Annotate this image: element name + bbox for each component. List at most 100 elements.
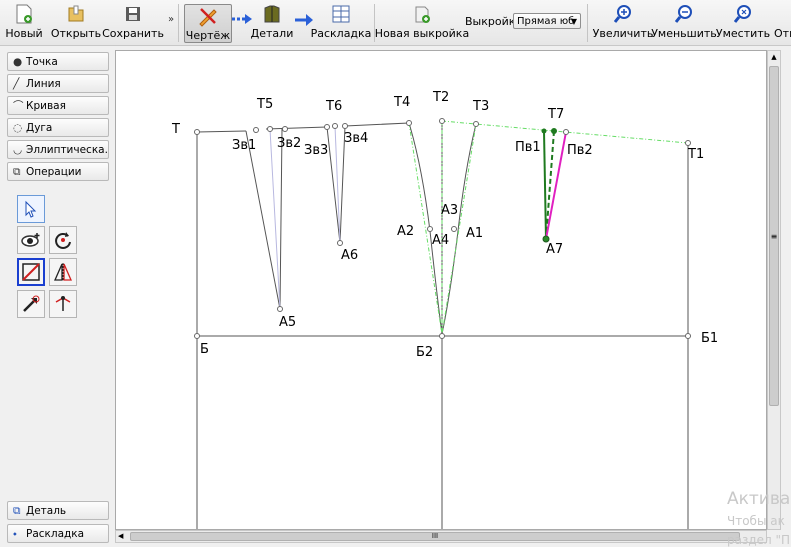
point-label-t6: Т6 [326, 99, 343, 114]
point-label-a7: А7 [546, 242, 564, 257]
point-label-t1: Т1 [688, 147, 705, 162]
drawing-canvas[interactable]: Т Т5 Т6 Т4 Т2 Т3 Т7 Т1 Зв1 Зв2 Зв3 Зв4 П… [115, 50, 767, 530]
mirror-line-tool[interactable] [17, 258, 45, 286]
zoom-in-button[interactable]: Увеличить [593, 3, 653, 43]
pattern-select-value: Прямая юб [517, 16, 575, 27]
sidebar-item-line[interactable]: ╱ Линия [7, 74, 109, 93]
point-label-zv2: Зв2 [277, 136, 302, 151]
point-marker[interactable] [324, 124, 330, 130]
point-marker[interactable] [342, 123, 348, 129]
point-marker[interactable] [277, 306, 283, 312]
operations-icon: ⧉ [13, 166, 21, 178]
point-marker[interactable] [685, 140, 691, 146]
point-marker[interactable] [267, 126, 273, 132]
fit-button[interactable]: Уместить [715, 3, 771, 43]
scroll-left-icon[interactable]: ◀ [118, 531, 123, 542]
sidebar-item-point[interactable]: ● Точка [7, 52, 109, 71]
curve-icon: ⌒ [13, 100, 24, 112]
point-label-b1: Б1 [701, 331, 719, 346]
waist-line-left [196, 122, 410, 133]
point-marker[interactable] [253, 127, 259, 133]
point-label-t7: Т7 [548, 107, 565, 122]
point-marker[interactable] [332, 123, 338, 129]
sidebar-item-operations[interactable]: ⧉ Операции [7, 162, 109, 181]
select-pointer-tool[interactable] [17, 195, 45, 223]
sidebar-item-arc[interactable]: ◌ Дуга [7, 118, 109, 137]
rotate-tool[interactable] [49, 226, 77, 254]
details-label: Детали [250, 27, 294, 40]
pattern-select[interactable]: Прямая юб ▼ [513, 13, 581, 29]
point-marker[interactable] [406, 120, 412, 126]
point-marker[interactable] [551, 128, 557, 134]
sidebar-item-label: Раскладка [26, 528, 85, 540]
zoom-out-label: Уменьшить [651, 27, 717, 40]
point-label-t4: Т4 [394, 95, 411, 110]
sidebar-item-detail[interactable]: ⧉ Деталь [7, 501, 109, 520]
sidebar-item-label: Точка [26, 56, 58, 68]
point-marker[interactable] [439, 333, 445, 339]
new-button[interactable]: Новый [5, 3, 43, 43]
horizontal-scroll-thumb[interactable]: III [130, 532, 740, 541]
point-marker[interactable] [282, 126, 288, 132]
toolbar-overflow[interactable]: » [168, 14, 174, 25]
point-marker[interactable] [685, 333, 691, 339]
point-marker[interactable] [439, 118, 445, 124]
symmetry-tool[interactable] [49, 258, 77, 286]
point-label-zv3: Зв3 [304, 143, 329, 158]
point-label-a2: А2 [397, 224, 415, 239]
point-label-zv1: Зв1 [232, 138, 257, 153]
point-marker[interactable] [473, 121, 479, 127]
layout-label: Раскладка [310, 27, 372, 40]
sidebar-item-label: Линия [26, 78, 61, 90]
open-button[interactable]: Открыть [51, 3, 101, 43]
cut-button[interactable]: Отм [774, 3, 791, 43]
save-button[interactable]: Сохранить [102, 3, 164, 43]
cursor-icon [25, 200, 37, 218]
point-marker[interactable] [194, 129, 200, 135]
scroll-up-icon[interactable]: ▲ [768, 51, 780, 64]
arc-icon: ◌ [13, 122, 23, 134]
sidebar-item-ellipse[interactable]: ◡ Эллиптическа... [7, 140, 109, 159]
dart-1 [245, 128, 283, 310]
new-pattern-button[interactable]: Новая выкройка [375, 3, 469, 43]
separator [178, 4, 179, 42]
sidebar-item-label: Деталь [26, 505, 67, 517]
vertical-scroll-thumb[interactable]: ≡ [769, 66, 779, 406]
new-pattern-label: Новая выкройка [374, 27, 470, 40]
move-arrow-icon [23, 295, 40, 312]
draft-mode-button[interactable]: Чертёж [184, 4, 232, 43]
point-label-t5: Т5 [257, 97, 274, 112]
sidebar-item-curve[interactable]: ⌒ Кривая [7, 96, 109, 115]
activation-watermark-text: раздел "П [727, 533, 791, 547]
point-label-b2: Б2 [416, 345, 434, 360]
main-toolbar: Новый Открыть Сохранить » Чертёж Детали [0, 0, 791, 46]
pattern-drawing [194, 118, 691, 529]
point-marker[interactable] [451, 226, 457, 232]
zoom-fit-icon [734, 3, 752, 25]
line-icon: ╱ [13, 78, 20, 90]
zoom-out-button[interactable]: Уменьшить [651, 3, 717, 43]
point-marker[interactable] [194, 333, 200, 339]
point-marker[interactable] [427, 226, 433, 232]
point-label-t2: Т2 [433, 90, 450, 105]
layout-mode-button[interactable]: Раскладка [311, 3, 371, 43]
visibility-tool[interactable] [17, 226, 45, 254]
new-file-icon [15, 3, 33, 25]
sidebar-item-label: Операции [26, 166, 82, 178]
horizontal-scrollbar[interactable]: ◀ III [115, 530, 767, 543]
move-tool[interactable] [17, 290, 45, 318]
fit-label: Уместить [715, 27, 771, 40]
details-mode-button[interactable]: Детали [250, 3, 294, 43]
vertical-scrollbar[interactable]: ▲ ≡ [767, 50, 781, 530]
point-icon: ● [13, 56, 23, 68]
curve-point-tool[interactable] [49, 290, 77, 318]
sidebar-item-label: Дуга [26, 122, 53, 134]
point-marker[interactable] [337, 240, 343, 246]
zoom-in-label: Увеличить [592, 27, 654, 40]
point-marker[interactable] [563, 129, 569, 135]
point-label-pv2: Пв2 [567, 143, 593, 158]
point-label-a1: А1 [466, 226, 484, 241]
dart-pv2-line [545, 131, 567, 240]
point-marker[interactable] [541, 128, 547, 134]
sidebar-item-layout[interactable]: ⬩ Раскладка [7, 524, 109, 543]
